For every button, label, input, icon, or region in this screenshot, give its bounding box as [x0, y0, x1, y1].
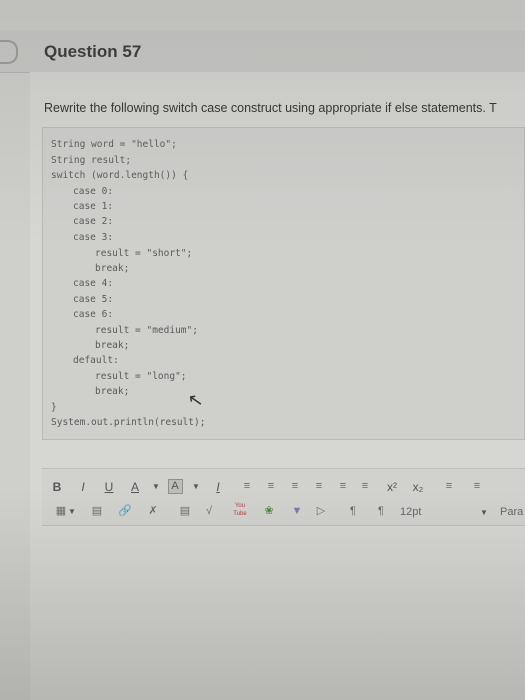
ltr-icon[interactable]: ¶: [346, 505, 360, 518]
code-line: result = "medium";: [95, 325, 198, 336]
highlight-label: A: [171, 480, 179, 492]
code-line: String word = "hello";: [51, 139, 177, 150]
table-dropdown-icon[interactable]: ▼: [68, 505, 76, 519]
question-title: Question 57: [44, 42, 142, 61]
font-color-button[interactable]: A: [130, 480, 140, 494]
highlight-dropdown-icon[interactable]: ▼: [192, 480, 200, 494]
youtube-icon[interactable]: You Tube: [232, 502, 248, 517]
code-line: switch (word.length()) {: [51, 170, 189, 181]
code-line: }: [51, 402, 57, 413]
unlink-icon[interactable]: ✗: [146, 505, 160, 518]
justify-icon[interactable]: ≡: [312, 480, 326, 493]
superscript-button[interactable]: x²: [384, 480, 400, 494]
subscript-button[interactable]: x₂: [410, 480, 426, 494]
clear-format-button[interactable]: I: [212, 480, 224, 494]
code-line: String result;: [51, 155, 132, 166]
font-size-dropdown-icon[interactable]: ▼: [480, 506, 488, 520]
code-line: case 3:: [73, 232, 114, 243]
code-line: default:: [73, 355, 119, 366]
code-line: case 5:: [73, 294, 114, 305]
leaf-icon[interactable]: ❀: [262, 505, 276, 518]
align-right-icon[interactable]: ≡: [288, 480, 302, 493]
rtl-icon[interactable]: ¶: [374, 505, 388, 518]
image-icon[interactable]: ▤: [178, 505, 192, 518]
paragraph-select[interactable]: Para: [500, 506, 523, 518]
bold-button[interactable]: B: [52, 480, 62, 494]
bullet-list-icon[interactable]: ≡: [442, 480, 456, 493]
code-line: case 6:: [73, 309, 114, 320]
font-color-dropdown-icon[interactable]: ▼: [152, 480, 160, 494]
outdent-icon[interactable]: ≡: [358, 480, 372, 493]
embed-icon[interactable]: ▤: [90, 505, 104, 518]
table-icon[interactable]: ▦: [54, 505, 68, 518]
indent-icon[interactable]: ≡: [336, 480, 350, 493]
font-size-select[interactable]: 12pt: [400, 506, 421, 518]
code-line: break;: [95, 340, 130, 351]
code-line: case 2:: [73, 216, 114, 227]
question-prompt: Rewrite the following switch case constr…: [44, 101, 497, 115]
math-icon[interactable]: √: [202, 505, 216, 518]
code-line: case 0:: [73, 186, 114, 197]
code-line: result = "long";: [95, 371, 187, 382]
chevron-icon[interactable]: ▼: [290, 505, 304, 518]
italic-button[interactable]: I: [78, 480, 88, 494]
link-icon[interactable]: 🔗: [118, 505, 132, 518]
code-line: break;: [95, 386, 130, 397]
code-line: result = "short";: [95, 248, 193, 259]
underline-button[interactable]: U: [104, 480, 114, 494]
numbered-list-icon[interactable]: ≡: [470, 480, 484, 493]
align-left-icon[interactable]: ≡: [240, 480, 254, 493]
code-line: System.out.println(result);: [51, 417, 206, 428]
question-flag-icon[interactable]: [0, 40, 18, 64]
editor-toolbar: [42, 468, 525, 526]
code-line: break;: [95, 263, 130, 274]
align-center-icon[interactable]: ≡: [264, 480, 278, 493]
code-line: case 1:: [73, 201, 114, 212]
media-icon[interactable]: ▷: [314, 505, 328, 518]
code-line: case 4:: [73, 278, 114, 289]
